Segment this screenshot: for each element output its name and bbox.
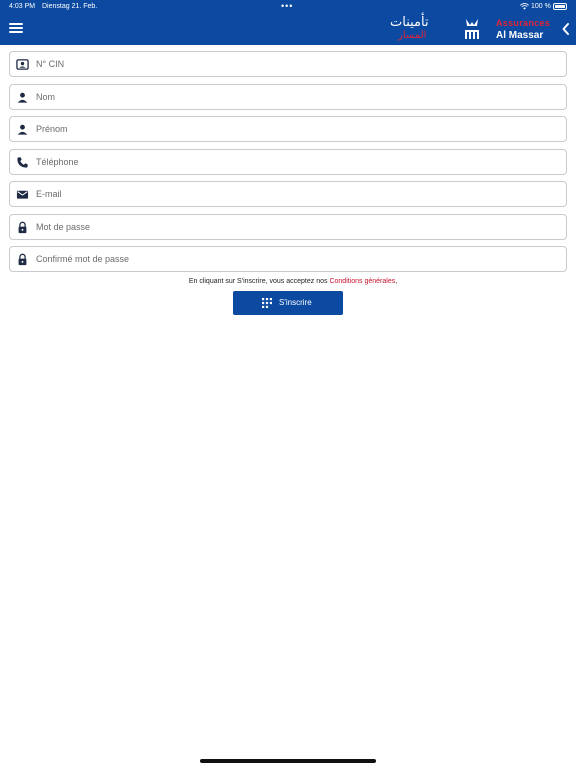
home-indicator[interactable]: [200, 759, 376, 763]
password-placeholder: Mot de passe: [36, 221, 91, 232]
battery-icon: [553, 3, 567, 10]
prenom-field[interactable]: Prénom: [9, 116, 567, 142]
menu-button[interactable]: [9, 23, 23, 35]
email-field[interactable]: E-mail: [9, 181, 567, 207]
nom-field[interactable]: Nom: [9, 83, 567, 110]
id-card-icon: [16, 59, 29, 70]
terms-link[interactable]: Conditions générales: [329, 278, 395, 285]
registration-form: N° CIN Nom Prénom Téléphone E-mail Mot d…: [9, 51, 567, 279]
telephone-placeholder: Téléphone: [36, 156, 79, 167]
signup-screen: 4:03 PM Dienstag 21. Feb. ••• 100 % تأمي…: [0, 0, 576, 768]
logo-arabic-line1: تأمينات: [390, 15, 429, 30]
status-bar: 4:03 PM Dienstag 21. Feb. ••• 100 %: [0, 0, 576, 14]
email-placeholder: E-mail: [36, 189, 62, 199]
telephone-field[interactable]: Téléphone: [9, 148, 567, 175]
app-header: 4:03 PM Dienstag 21. Feb. ••• 100 % تأمي…: [0, 0, 576, 45]
prenom-placeholder: Prénom: [36, 124, 68, 134]
signup-button[interactable]: S'inscrire: [233, 291, 343, 315]
terms-notice: En cliquant sur S'inscrire, vous accepte…: [0, 278, 576, 285]
battery-percent: 100 %: [531, 3, 551, 10]
person-icon: [17, 92, 28, 103]
logo-text-line1: Assurances: [496, 18, 551, 28]
terms-text: En cliquant sur S'inscrire, vous accepte…: [188, 278, 330, 285]
confirm-password-placeholder: Confirmé mot de passe: [36, 254, 130, 264]
menu-icon-bar: [9, 27, 23, 29]
menu-icon-bar: [9, 23, 23, 25]
back-chevron-icon[interactable]: [561, 22, 571, 36]
lock-icon: [18, 221, 27, 233]
logo-emblem-icon: [465, 19, 479, 39]
signup-button-label: S'inscrire: [279, 298, 312, 307]
status-date: Dienstag 21. Feb.: [42, 3, 98, 10]
confirm-password-field[interactable]: Confirmé mot de passe: [9, 246, 567, 272]
lock-icon: [18, 253, 27, 266]
logo-arabic-line2: المسار: [398, 30, 427, 41]
person-icon: [17, 124, 28, 135]
nom-placeholder: Nom: [36, 91, 56, 102]
password-field[interactable]: Mot de passe: [9, 213, 567, 240]
phone-icon: [17, 156, 28, 168]
status-time: 4:03 PM: [9, 3, 36, 10]
cin-field[interactable]: N° CIN: [9, 51, 567, 77]
grid-icon: [262, 298, 272, 308]
cin-placeholder: N° CIN: [36, 59, 65, 69]
multitasking-dots-icon[interactable]: •••: [281, 1, 293, 11]
menu-icon-bar: [9, 31, 23, 33]
wifi-icon: [520, 3, 529, 10]
company-logo: تأمينات المسار Assurances Al Massar: [390, 14, 560, 44]
terms-suffix: ,: [395, 278, 398, 285]
logo-text-line2: Al Massar: [496, 30, 544, 41]
mail-icon: [16, 190, 29, 199]
